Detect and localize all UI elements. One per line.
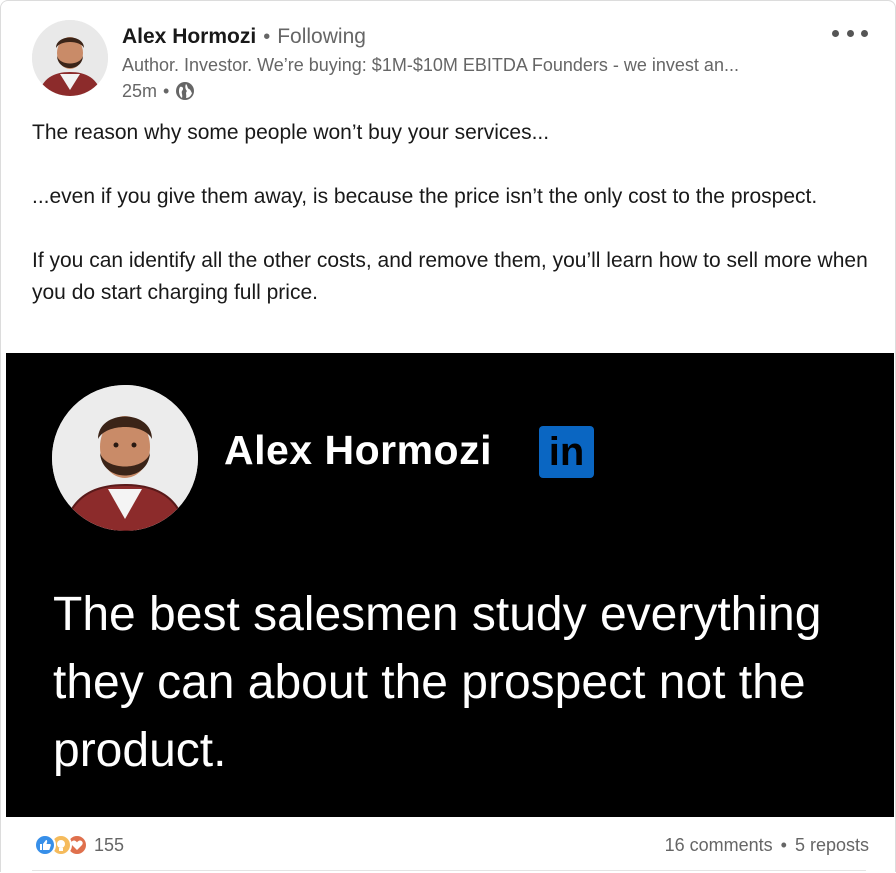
image-author-name: Alex Hormozi [224, 427, 492, 473]
comments-count-link[interactable]: 16 comments [665, 835, 773, 856]
follow-status[interactable]: Following [277, 25, 366, 49]
avatar-photo [32, 20, 108, 96]
reaction-count: 155 [94, 834, 125, 855]
globe-icon [175, 81, 195, 101]
engagement-stats: 16 comments • 5 reposts [665, 834, 869, 856]
image-author-photo [52, 385, 198, 531]
post-paragraph: If you can identify all the other costs,… [32, 249, 868, 304]
reposts-count-link[interactable]: 5 reposts [795, 835, 869, 856]
post-paragraph: ...even if you give them away, is becaus… [32, 185, 818, 208]
feed-post: Alex Hormozi • Following Author. Investo… [0, 0, 896, 872]
image-quote: The best salesmen study everything they … [53, 588, 822, 777]
author-headline: Author. Investor. We’re buying: $1M-$10M… [122, 55, 739, 75]
separator-dot: • [780, 834, 787, 855]
separator-dot: • [263, 25, 271, 48]
post-meta: 25m • [122, 80, 195, 102]
post-paragraph: The reason why some people won’t buy you… [32, 121, 550, 144]
separator-dot: • [163, 80, 170, 101]
author-name[interactable]: Alex Hormozi [122, 25, 256, 49]
more-options-button[interactable] [832, 23, 868, 43]
social-counts-bar: 155 16 comments • 5 reposts [1, 817, 896, 873]
author-avatar[interactable] [32, 20, 108, 96]
more-dot-icon [861, 29, 868, 37]
divider [32, 870, 866, 871]
post-header: Alex Hormozi • Following Author. Investo… [1, 1, 896, 111]
more-dot-icon [846, 29, 854, 37]
post-time: 25m [122, 80, 158, 101]
post-text: The reason why some people won’t buy you… [32, 117, 872, 309]
reactions-summary[interactable]: 155 [34, 834, 124, 856]
post-image[interactable]: Alex Hormozi in The best salesmen study … [6, 353, 894, 817]
linkedin-logo-icon: in [539, 426, 594, 478]
like-icon [34, 834, 56, 856]
author-row: Alex Hormozi • Following [122, 24, 366, 50]
more-dot-icon [832, 29, 839, 37]
